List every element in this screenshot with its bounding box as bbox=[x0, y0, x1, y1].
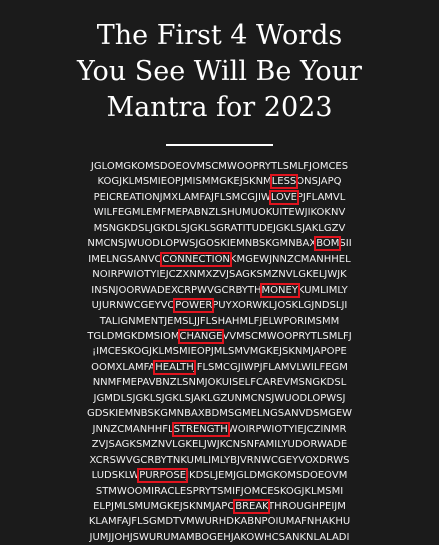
highlighted-word: HEALTH bbox=[153, 359, 196, 375]
grid-letters: JUMJJOHJSWURUMAMBOGEHJAKOWHCSANKNLALADI bbox=[89, 531, 350, 543]
grid-line: NNMFMEPAVBNZLSNMJOKUISELFCAREVMSNGKDSL bbox=[0, 375, 439, 390]
highlighted-word: BREAK bbox=[233, 498, 270, 514]
grid-letters: JGLOMGKOMSDOEOVMSCMWOOPRYTLSMLFJOMCES bbox=[90, 161, 349, 172]
grid-letters: VVMSCMWOOPRYTLSMLFJ bbox=[222, 330, 352, 342]
title-divider bbox=[166, 144, 273, 146]
grid-letters: MSNGKDSLJGKDLSJGKLSGRATITUDEJGKLSJAKLGZV bbox=[93, 222, 346, 234]
grid-letters: ¡IMCESKOGJKLMSMIEOPJMLSMVMGKEJSKNMJAPOPE bbox=[92, 346, 347, 358]
grid-letters: WILFEGMLEMFMEPABNZLSHUMUOKUITEWJIKOKNV bbox=[93, 207, 346, 219]
grid-letters: XCRSWVGCRBYTNKUMLIMLYBJVRNWCGEYVOXDRWS bbox=[89, 454, 350, 466]
grid-letters: STMWOOMIRACLESPRYTSMIFJOMCESKOGJKLMSMI bbox=[95, 485, 344, 497]
grid-letters: THROUGHPEIJM bbox=[267, 500, 346, 512]
puzzle-title: The First 4 Words You See Will Be Your M… bbox=[0, 18, 439, 126]
grid-letters: NNMFMEPAVBNZLSNMJOKUISELFCAREVMSNGKDSL bbox=[92, 377, 347, 389]
grid-letters: TGLDMGKDMSIOM bbox=[87, 330, 180, 342]
grid-letters: KOGJKLMSMIEOPJMISMMGKEJSKNM bbox=[97, 176, 272, 188]
highlighted-word: CONNECTION bbox=[160, 251, 232, 267]
mantra-puzzle-card: The First 4 Words You See Will Be Your M… bbox=[0, 0, 439, 543]
grid-line: PEICREATIONJMXLAMFAJFLSMCGJIWLOVEPJFLAMV… bbox=[0, 189, 439, 205]
highlighted-word: LOVE bbox=[268, 189, 299, 205]
grid-letters: PJFLAMVL bbox=[296, 191, 346, 203]
title-line-1: The First 4 Words bbox=[96, 20, 343, 51]
highlighted-word: CHANGE bbox=[177, 328, 225, 344]
grid-line: IMELNGSANVOCONNECTIONKMGEWJNNZCMANHHEL bbox=[0, 251, 439, 267]
grid-letters: ZVJSAGKSMZNVLGKELJWJKCNSNFAMILYUDORWADE bbox=[91, 439, 348, 451]
grid-letters: JGMDLSJGKLSJGKLSJAKLGZUNMCNSJWUODLOPWSJ bbox=[93, 392, 346, 404]
grid-letters: TALIGNMENTJEMSLJJFLSHAHMLFJELWPORIMSMM bbox=[99, 315, 340, 327]
grid-line: TGLDMGKDMSIOMCHANGEVVMSCMWOOPRYTLSMLFJ bbox=[0, 328, 439, 344]
highlighted-word: BOM bbox=[314, 236, 342, 252]
grid-letters: NOIRPWIOTYIEJCZXNMXZVJSAGKSMZNVLGKELJWJK bbox=[92, 269, 347, 281]
grid-letters: JNNZCMANHHFL bbox=[92, 423, 174, 435]
grid-letters: UJURNWCGEYVO bbox=[91, 300, 176, 312]
grid-line: TALIGNMENTJEMSLJJFLSHAHMLFJELWPORIMSMM bbox=[0, 314, 439, 329]
highlighted-word: POWER bbox=[173, 298, 215, 314]
grid-line: JUMJJOHJSWURUMAMBOGEHJAKOWHCSANKNLALADI bbox=[0, 530, 439, 545]
grid-line: GDSKIEMNBSKGMNBAXBDMSGMELNGSANVDSMGEW bbox=[0, 406, 439, 421]
grid-letters: PEICREATIONJMXLAMFAJFLSMCGJIW bbox=[93, 191, 271, 203]
grid-line: INSNJOORWADEXCRPWVGCRBYTHMONEYKUMLIMLY bbox=[0, 282, 439, 298]
grid-letters: WOIRPWIOTYIEJCZINMR bbox=[227, 423, 347, 435]
grid-letters: JFLSMCGJIWPJFLAMVLWILFEGM bbox=[193, 361, 348, 373]
grid-letters: LUDSKLW bbox=[91, 470, 140, 482]
grid-line: KOGJKLMSMIEOPJMISMMGKEJSKNMLESSONSJAPQ bbox=[0, 174, 439, 190]
grid-line: WILFEGMLEMFMEPABNZLSHUMUOKUITEWJIKOKNV bbox=[0, 205, 439, 220]
grid-letters: GDSKIEMNBSKGMNBAXBDMSGMELNGSANVDSMGEW bbox=[86, 408, 353, 420]
grid-line: JGLOMGKOMSDOEOVMSCMWOOPRYTLSMLFJOMCES bbox=[0, 159, 439, 174]
grid-line: NOIRPWIOTYIEJCZXNMXZVJSAGKSMZNVLGKELJWJK bbox=[0, 267, 439, 282]
grid-letters: ELPJMLSMUMGKEJSKNMJAPO bbox=[93, 500, 236, 512]
word-search-grid: JGLOMGKOMSDOEOVMSCMWOOPRYTLSMLFJOMCES KOG… bbox=[0, 159, 439, 545]
grid-letters: IMELNGSANVO bbox=[88, 253, 163, 265]
title-line-2: You See Will Be Your bbox=[77, 56, 362, 87]
grid-line: LUDSKLWPURPOSEJKDSLJEMJGLDMGKOMSDOEOVM bbox=[0, 468, 439, 484]
grid-letters: OOMXLAMFA bbox=[91, 361, 156, 373]
grid-line: XCRSWVGCRBYTNKUMLIMLYBJVRNWCGEYVOXDRWS bbox=[0, 453, 439, 468]
title-line-3: Mantra for 2023 bbox=[106, 92, 333, 123]
highlighted-word: LESS bbox=[269, 174, 299, 190]
grid-letters: PUYXORWKLJOSKLGJNDSLJI bbox=[212, 300, 348, 312]
grid-letters: INSNJOORWADEXCRPWVGCRBYTH bbox=[91, 284, 262, 296]
highlighted-word: MONEY bbox=[259, 282, 300, 298]
grid-line: JGMDLSJGKLSJGKLSJAKLGZUNMCNSJWUODLOPWSJ bbox=[0, 391, 439, 406]
grid-line: STMWOOMIRACLESPRYTSMIFJOMCESKOGJKLMSMI bbox=[0, 484, 439, 499]
grid-letters: JKDSLJEMJGLDMGKOMSDOEOVM bbox=[186, 470, 348, 482]
grid-line: ELPJMLSMUMGKEJSKNMJAPOBREAKTHROUGHPEIJM bbox=[0, 498, 439, 514]
grid-letters: SII bbox=[339, 238, 352, 250]
grid-letters: ONSJAPQ bbox=[296, 176, 342, 188]
grid-line: KLAMFAJFLSGMDTVMWURHDKABNPOIUMAFNHAKHU bbox=[0, 514, 439, 529]
grid-line: NMCNSJWUODLOPWSJGOSKIEMNBSKGMNBAXBOMSII bbox=[0, 236, 439, 252]
grid-line: MSNGKDSLJGKDLSJGKLSGRATITUDEJGKLSJAKLGZV bbox=[0, 221, 439, 236]
highlighted-word: PURPOSE bbox=[137, 468, 189, 484]
grid-line: UJURNWCGEYVOPOWERPUYXORWKLJOSKLGJNDSLJI bbox=[0, 298, 439, 314]
highlighted-word: STRENGTH bbox=[171, 421, 230, 437]
grid-line: ¡IMCESKOGJKLMSMIEOPJMLSMVMGKEJSKNMJAPOPE bbox=[0, 344, 439, 359]
grid-line: OOMXLAMFAHEALTHJFLSMCGJIWPJFLAMVLWILFEGM bbox=[0, 359, 439, 375]
grid-letters: KLAMFAJFLSGMDTVMWURHDKABNPOIUMAFNHAKHU bbox=[88, 516, 351, 528]
grid-letters: KUMLIMLY bbox=[297, 284, 348, 296]
grid-letters: NMCNSJWUODLOPWSJGOSKIEMNBSKGMNBAX bbox=[87, 238, 317, 250]
grid-line: JNNZCMANHHFLSTRENGTHWOIRPWIOTYIEJCZINMR bbox=[0, 421, 439, 437]
grid-line: ZVJSAGKSMZNVLGKELJWJKCNSNFAMILYUDORWADE bbox=[0, 437, 439, 452]
grid-letters: KMGEWJNNZCMANHHEL bbox=[229, 253, 351, 265]
